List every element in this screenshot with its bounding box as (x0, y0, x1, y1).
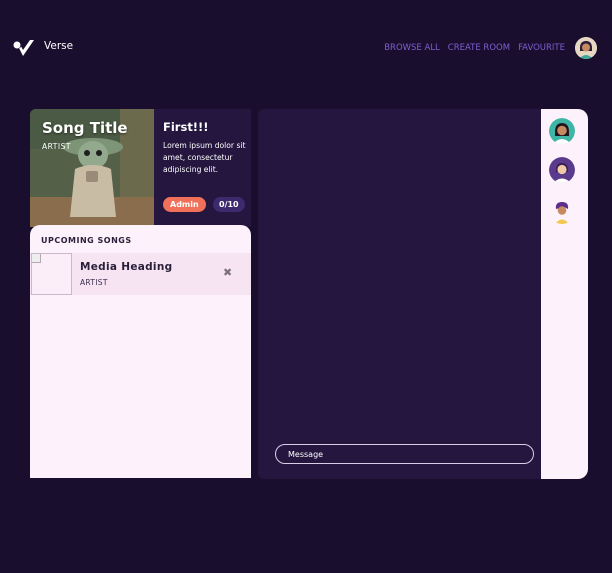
upcoming-songs-heading: UPCOMING SONGS (41, 236, 132, 245)
user-avatar-icon[interactable] (575, 37, 597, 59)
nav-favourite[interactable]: FAVOURITE (518, 43, 565, 53)
close-icon[interactable]: ✖ (223, 266, 232, 279)
song-artist: ARTIST (42, 142, 71, 151)
check-logo-icon[interactable] (13, 39, 35, 57)
room-description: Lorem ipsum dolor sit amet, consectetur … (163, 141, 246, 174)
members-panel (541, 109, 588, 479)
list-item[interactable]: Media Heading ARTIST ✖ (30, 253, 251, 295)
message-input[interactable] (275, 444, 534, 464)
nav-browse-all[interactable]: BROWSE ALL (384, 43, 440, 53)
broken-image-icon (32, 254, 41, 263)
song-thumbnail (31, 253, 72, 295)
admin-badge: Admin (163, 197, 206, 212)
members-count-badge: 0/10 (213, 197, 245, 212)
app-name: Verse (44, 40, 74, 52)
chat-panel (258, 109, 542, 479)
member-avatar-3[interactable] (549, 198, 575, 224)
song-title: Song Title (42, 119, 128, 137)
nav-create-room[interactable]: CREATE ROOM (448, 43, 510, 53)
song-cover-art: Song Title ARTIST (30, 109, 154, 227)
member-avatar-1[interactable] (549, 118, 575, 144)
queue-item-artist: ARTIST (80, 278, 108, 287)
room-title: First!!! (163, 120, 209, 134)
room-info-card: First!!! Lorem ipsum dolor sit amet, con… (154, 109, 251, 227)
member-avatar-2[interactable] (549, 157, 575, 183)
top-nav: BROWSE ALL CREATE ROOM FAVOURITE (384, 37, 597, 59)
queue-item-title: Media Heading (80, 261, 173, 273)
upcoming-songs-panel: UPCOMING SONGS Media Heading ARTIST ✖ (30, 225, 251, 478)
